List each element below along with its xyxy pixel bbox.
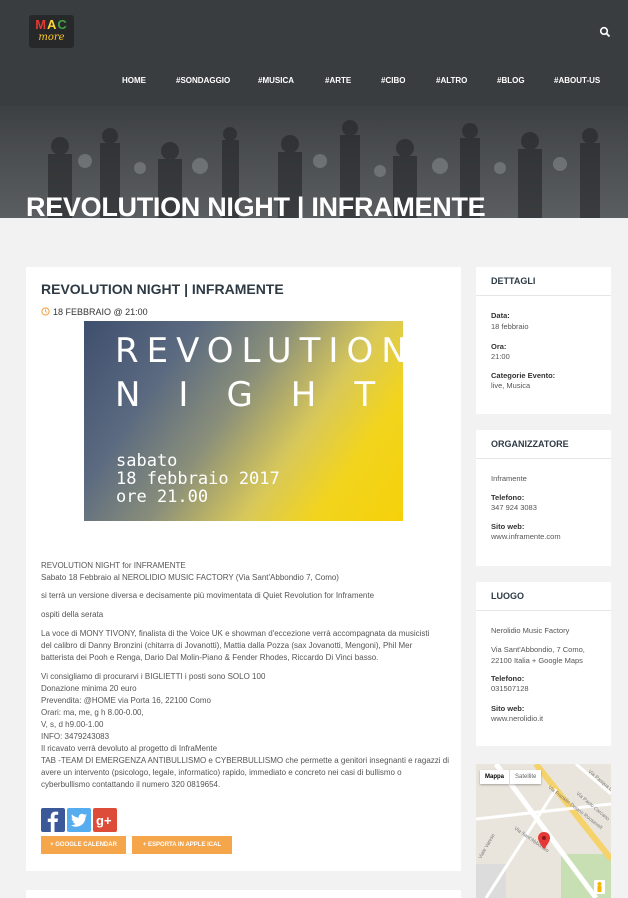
venue-name[interactable]: Nerolidio Music Factory — [491, 626, 569, 636]
logo-mac-text: MAC — [35, 17, 68, 32]
map-tab-map[interactable]: Mappa — [480, 770, 509, 784]
paragraph: TAB -TEAM DI EMERGENZA ANTIBULLISMO e CY… — [41, 756, 449, 765]
nav-musica[interactable]: #MUSICA — [258, 74, 294, 88]
nav-cibo[interactable]: #CIBO — [381, 74, 405, 88]
apple-ical-button[interactable]: + ESPORTA IN APPLE ICAL — [132, 836, 232, 854]
site-header: MAC more HOME #SONDAGGIO #MUSICA #ARTE #… — [0, 0, 628, 106]
category-label: Categorie Evento: — [491, 371, 556, 380]
paragraph: La voce di MONY TIVONY, finalista di the… — [41, 629, 430, 638]
venue-map[interactable]: Via Franklin Delano Roosevelt Via Sant'A… — [476, 764, 611, 898]
poster-time: ore 21.00 — [116, 487, 209, 507]
poster-date: 18 febbraio 2017 — [116, 469, 280, 489]
map-type-tabs: Mappa Satellite — [480, 770, 542, 784]
venue-widget: LUOGO Nerolidio Music Factory Via Sant'A… — [476, 582, 611, 746]
map-tab-satellite[interactable]: Satellite — [509, 770, 541, 784]
organizer-heading: ORGANIZZATORE — [476, 430, 611, 459]
paragraph: batterista dei Pooh e Renga, Dario Dal M… — [41, 653, 379, 662]
nav-about-us[interactable]: #ABOUT-US — [554, 74, 600, 88]
poster-revolution: REVOLUTION — [115, 331, 403, 371]
venue-heading: LUOGO — [476, 582, 611, 611]
twitter-share-icon[interactable] — [67, 808, 91, 832]
nav-arte[interactable]: #ARTE — [325, 74, 351, 88]
event-title: REVOLUTION NIGHT | INFRAMENTE — [41, 281, 284, 297]
time-label: Ora: — [491, 342, 507, 351]
paragraph: Il ricavato verrà devoluto al progetto d… — [41, 744, 218, 753]
category-value[interactable]: live, Musica — [491, 381, 530, 391]
event-card: REVOLUTION NIGHT | INFRAMENTE 18 FEBBRAI… — [26, 267, 461, 871]
paragraph: Orari: ma, me, g h 8.00-0.00, — [41, 708, 144, 717]
logo-more-text: more — [38, 32, 65, 43]
venue-website-label: Sito web: — [491, 704, 525, 713]
paragraph: avere un intervento (psicologo, legale, … — [41, 768, 402, 777]
paragraph: V, s, d h9.00-1.00 — [41, 720, 104, 729]
organizer-widget: ORGANIZZATORE Inframente Telefono: 347 9… — [476, 430, 611, 566]
pegman-icon[interactable] — [594, 880, 605, 894]
poster-night: NIGHT — [115, 375, 403, 415]
details-widget: DETTAGLI Data: 18 febbraio Ora: 21:00 Ca… — [476, 267, 611, 414]
next-card — [26, 890, 461, 898]
svg-text:g+: g+ — [96, 813, 112, 828]
paragraph: cyberbullismo contattando il numero 320 … — [41, 780, 221, 789]
google-plus-share-icon[interactable]: g+ — [93, 808, 117, 832]
paragraph: ospiti della serata — [41, 610, 104, 619]
facebook-share-icon[interactable] — [41, 808, 65, 832]
paragraph: Vi consigliamo di procurarvi i BIGLIETTI… — [41, 672, 266, 681]
poster-day: sabato — [116, 451, 178, 471]
date-value: 18 febbraio — [491, 322, 529, 331]
details-heading: DETTAGLI — [476, 267, 611, 296]
venue-address-line1: Via Sant'Abbondio, 7 Como, — [491, 645, 585, 654]
organizer-phone-value: 347 924 3083 — [491, 503, 537, 512]
map-canvas[interactable]: Via Franklin Delano Roosevelt Via Sant'A… — [476, 764, 611, 898]
organizer-website-link[interactable]: www.inframente.com — [491, 532, 561, 542]
organizer-website-label: Sito web: — [491, 522, 525, 531]
paragraph: Sabato 18 Febbraio al NEROLIDIO MUSIC FA… — [41, 573, 339, 582]
venue-address-line2[interactable]: 22100 Italia + Google Maps — [491, 656, 583, 666]
clock-icon — [41, 307, 50, 316]
paragraph: REVOLUTION NIGHT for INFRAMENTE — [41, 561, 186, 570]
paragraph: del calibro di Danny Bronzini (chitarra … — [41, 641, 413, 650]
venue-phone-value: 031507128 — [491, 684, 529, 693]
paragraph: Donazione minima 20 euro — [41, 684, 137, 693]
paragraph: si terrà un versione diversa e decisamen… — [41, 591, 375, 600]
paragraph: INFO: 3479243083 — [41, 732, 110, 741]
venue-website-link[interactable]: www.nerolidio.it — [491, 714, 543, 724]
time-value: 21:00 — [491, 352, 510, 361]
site-logo[interactable]: MAC more — [29, 15, 74, 48]
main-nav: HOME #SONDAGGIO #MUSICA #ARTE #CIBO #ALT… — [0, 74, 628, 88]
nav-home[interactable]: HOME — [122, 74, 146, 88]
hero-title: REVOLUTION NIGHT | INFRAMENTE — [26, 192, 486, 218]
venue-phone-label: Telefono: — [491, 674, 525, 683]
date-label: Data: — [491, 311, 510, 320]
event-date-text: 18 FEBBRAIO @ 21:00 — [53, 307, 148, 317]
search-icon[interactable] — [599, 26, 611, 38]
organizer-name[interactable]: Inframente — [491, 474, 527, 484]
event-date: 18 FEBBRAIO @ 21:00 — [41, 307, 148, 318]
paragraph: Prevendita: @HOME via Porta 16, 22100 Co… — [41, 696, 211, 705]
hero-banner: REVOLUTION NIGHT | INFRAMENTE — [0, 106, 628, 218]
google-calendar-button[interactable]: + GOOGLE CALENDAR — [41, 836, 126, 854]
nav-sondaggio[interactable]: #SONDAGGIO — [176, 74, 230, 88]
nav-altro[interactable]: #ALTRO — [436, 74, 467, 88]
organizer-phone-label: Telefono: — [491, 493, 525, 502]
nav-blog[interactable]: #BLOG — [497, 74, 525, 88]
event-poster[interactable]: REVOLUTION NIGHT sabato 18 febbraio 2017… — [84, 321, 403, 521]
